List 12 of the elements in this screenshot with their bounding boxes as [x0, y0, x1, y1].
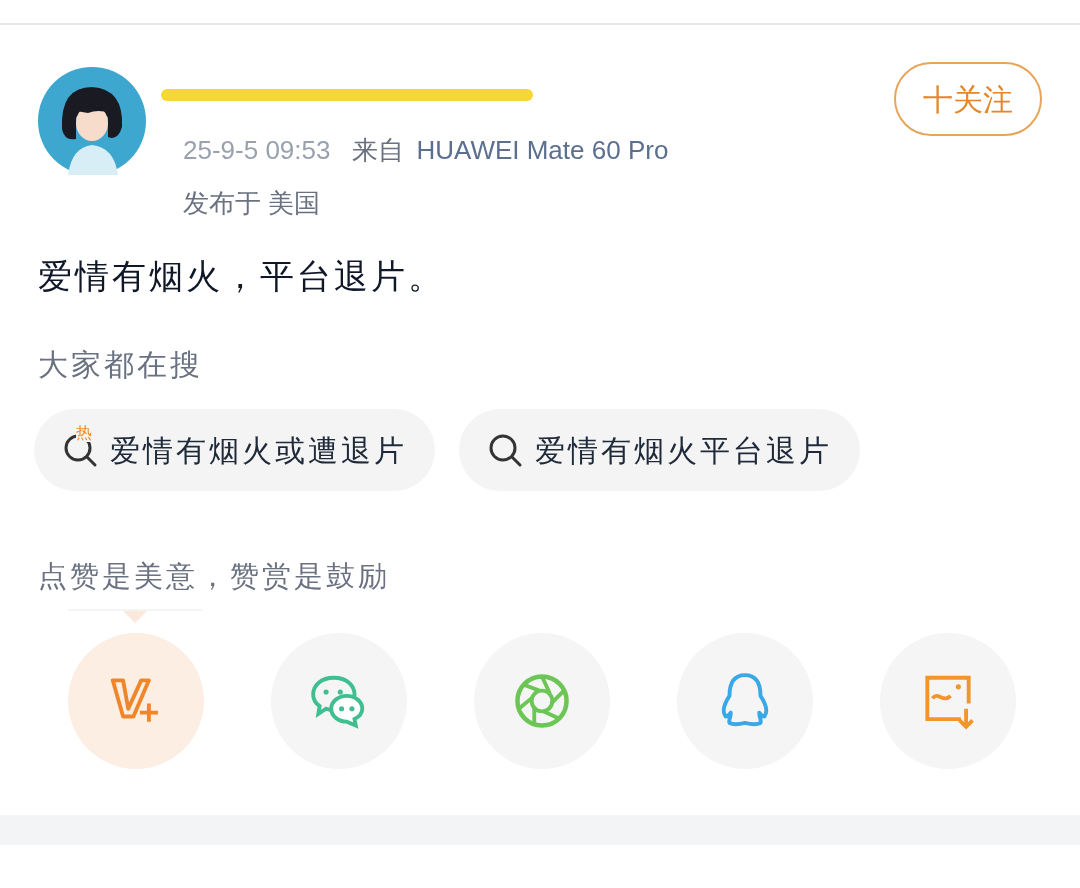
hot-badge: 热	[76, 424, 92, 442]
reward-hint: 点赞是美意，赞赏是鼓励	[38, 559, 391, 594]
search-chip[interactable]: 爱情有烟火平台退片	[459, 409, 860, 491]
search-icon	[487, 432, 523, 468]
post-location: 发布于 美国	[183, 187, 322, 220]
section-title: 大家都在搜	[38, 347, 204, 383]
search-chip[interactable]: 热 爱情有烟火或遭退片	[34, 409, 435, 491]
source-link[interactable]: HUAWEI Mate 60 Pro	[416, 131, 669, 170]
avatar[interactable]	[38, 67, 146, 175]
post-text: 爱情有烟火，平台退片。	[38, 256, 446, 297]
source-label: 来自	[352, 134, 405, 167]
post-time: 25-9-5 09:53	[183, 134, 331, 167]
